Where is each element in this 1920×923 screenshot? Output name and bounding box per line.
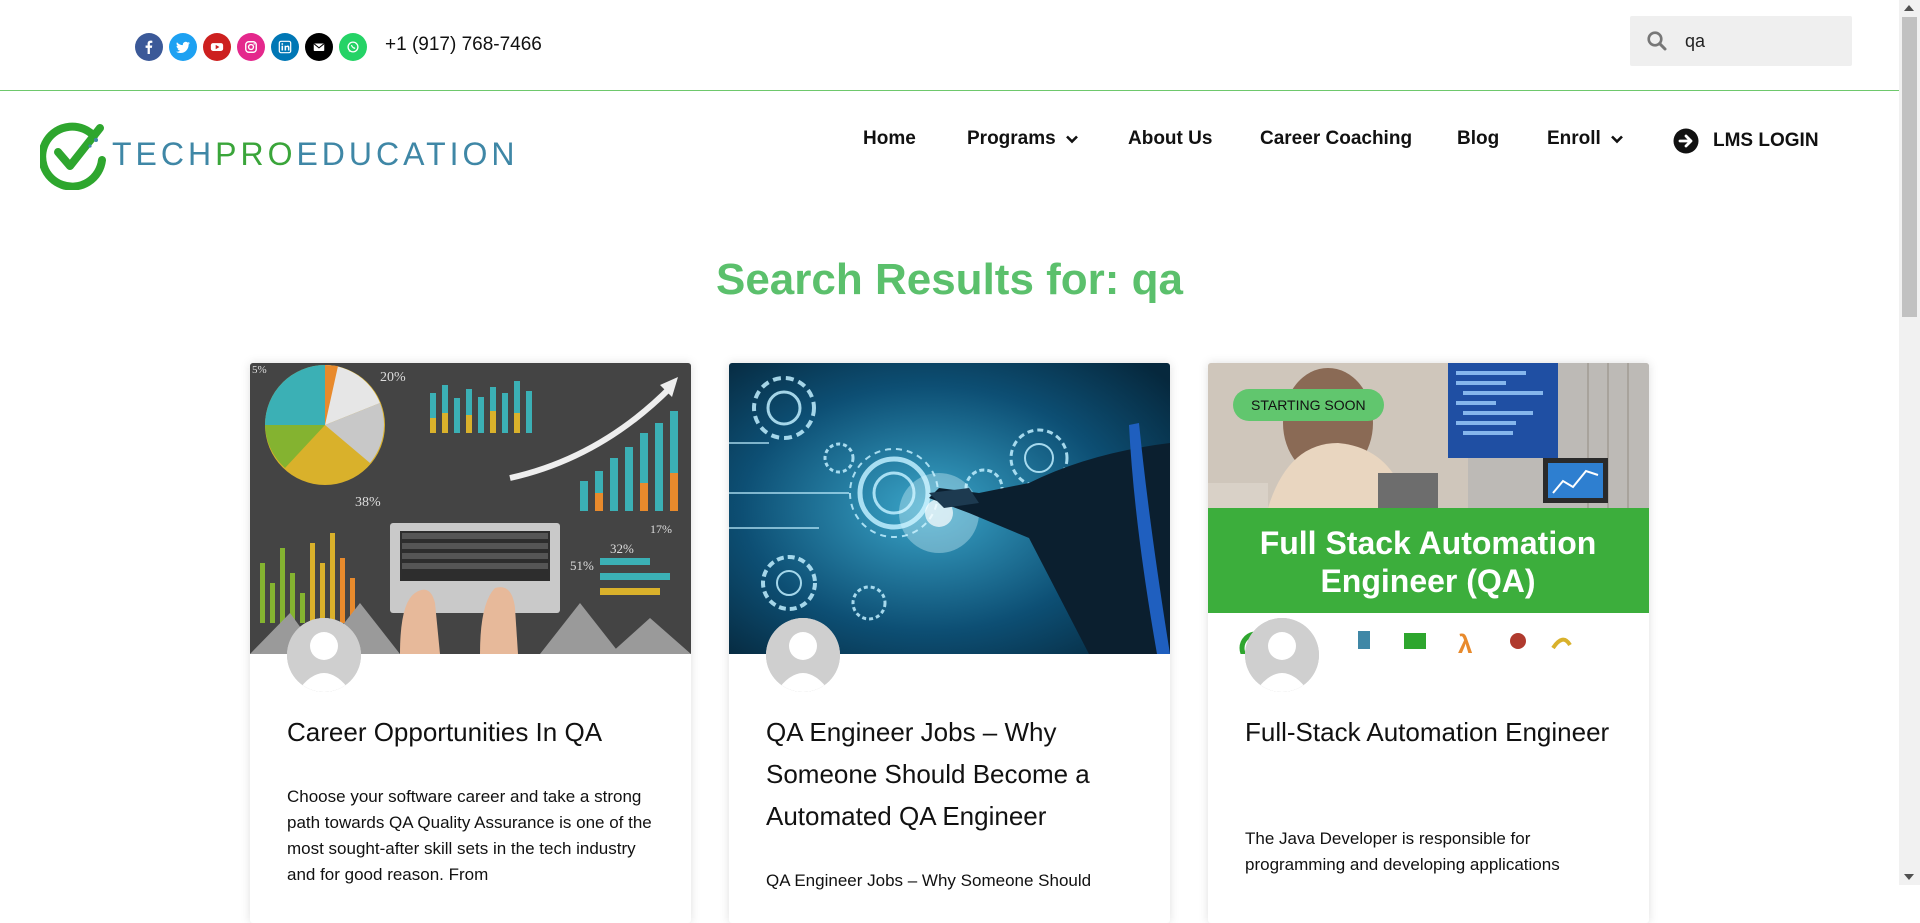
nav-programs[interactable]: Programs <box>967 128 1079 150</box>
arrow-circle-right-icon <box>1673 128 1699 154</box>
post-thumbnail[interactable] <box>729 363 1170 654</box>
chevron-down-icon <box>1065 135 1078 144</box>
chart-label-51: 51% <box>570 558 594 573</box>
author-avatar[interactable] <box>287 618 361 692</box>
nav-lms-login[interactable]: LMS LOGIN <box>1673 128 1819 154</box>
whatsapp-icon[interactable] <box>339 33 367 61</box>
page-title: Search Results for: qa <box>715 255 1184 304</box>
analytics-laptop-image: 20% 38% 51% 32% 17% 5% <box>250 363 691 654</box>
linkedin-icon[interactable] <box>271 33 299 61</box>
post-title[interactable]: QA Engineer Jobs – Why Someone Should Be… <box>766 711 1136 837</box>
chevron-down-icon <box>1610 135 1623 144</box>
chart-label-20: 20% <box>380 370 406 385</box>
author-avatar[interactable] <box>1245 618 1319 692</box>
checkmark-logo-icon <box>40 122 106 190</box>
nav-enroll-label: Enroll <box>1547 128 1601 149</box>
nav-about-us[interactable]: About Us <box>1128 128 1212 150</box>
chart-label-32: 32% <box>610 541 634 556</box>
search-box[interactable] <box>1630 16 1852 66</box>
logo-part-tech: TECH <box>112 135 216 172</box>
post-title[interactable]: Career Opportunities In QA <box>287 711 657 753</box>
image-headline-line1: Full Stack Automation <box>1260 525 1597 561</box>
nav-lms-label: LMS LOGIN <box>1713 130 1819 151</box>
facebook-icon[interactable] <box>135 33 163 61</box>
logo-part-education: EDUCATION <box>296 135 519 172</box>
digital-gears-image <box>729 363 1170 654</box>
image-headline-line2: Engineer (QA) <box>1320 563 1535 599</box>
post-excerpt: Choose your software career and take a s… <box>287 787 652 884</box>
twitter-icon[interactable] <box>169 33 197 61</box>
post-card[interactable]: QA Engineer Jobs – Why Someone Should Be… <box>729 363 1170 923</box>
scroll-up-arrow-icon[interactable] <box>1904 5 1914 11</box>
envelope-icon[interactable] <box>305 33 333 61</box>
scroll-down-arrow-icon[interactable] <box>1904 874 1914 880</box>
post-excerpt: The Java Developer is responsible for pr… <box>1245 829 1560 874</box>
post-card[interactable]: 20% 38% 51% 32% 17% 5% Career Opportunit… <box>250 363 691 923</box>
status-badge: STARTING SOON <box>1233 389 1384 421</box>
post-excerpt: QA Engineer Jobs – Why Someone Should <box>766 871 1092 890</box>
chart-label-5: 5% <box>252 364 267 376</box>
search-input[interactable] <box>1683 29 1847 53</box>
scrollbar-thumb[interactable] <box>1902 17 1917 317</box>
chart-label-38: 38% <box>355 495 381 510</box>
phone-number[interactable]: +1 (917) 768-7466 <box>385 34 542 56</box>
nav-home[interactable]: Home <box>863 128 916 150</box>
post-card[interactable]: Full Stack Automation Engineer (QA) λ ST… <box>1208 363 1649 923</box>
post-thumbnail[interactable]: Full Stack Automation Engineer (QA) λ ST… <box>1208 363 1649 654</box>
nav-career-label: Career Coaching <box>1260 128 1413 149</box>
top-bar: +1 (917) 768-7466 <box>0 0 1899 91</box>
nav-enroll[interactable]: Enroll <box>1547 128 1624 150</box>
nav-career-coaching[interactable]: Career Coaching <box>1260 128 1412 150</box>
site-logo[interactable]: TECHPROEDUCATION <box>40 118 519 190</box>
search-icon[interactable] <box>1645 29 1669 53</box>
post-title[interactable]: Full-Stack Automation Engineer <box>1245 711 1615 753</box>
social-links <box>135 33 367 61</box>
youtube-icon[interactable] <box>203 33 231 61</box>
svg-text:λ: λ <box>1458 629 1473 654</box>
page-scrollbar[interactable] <box>1899 0 1920 885</box>
logo-part-pro: PRO <box>215 135 297 172</box>
logo-wordmark: TECHPROEDUCATION <box>112 136 519 173</box>
chart-label-17: 17% <box>650 522 672 536</box>
nav-home-label: Home <box>863 128 916 149</box>
author-avatar[interactable] <box>766 618 840 692</box>
nav-blog[interactable]: Blog <box>1457 128 1499 150</box>
nav-about-label: About Us <box>1128 128 1213 149</box>
nav-programs-label: Programs <box>967 128 1056 149</box>
post-thumbnail[interactable]: 20% 38% 51% 32% 17% 5% <box>250 363 691 654</box>
instagram-icon[interactable] <box>237 33 265 61</box>
nav-blog-label: Blog <box>1457 128 1500 149</box>
